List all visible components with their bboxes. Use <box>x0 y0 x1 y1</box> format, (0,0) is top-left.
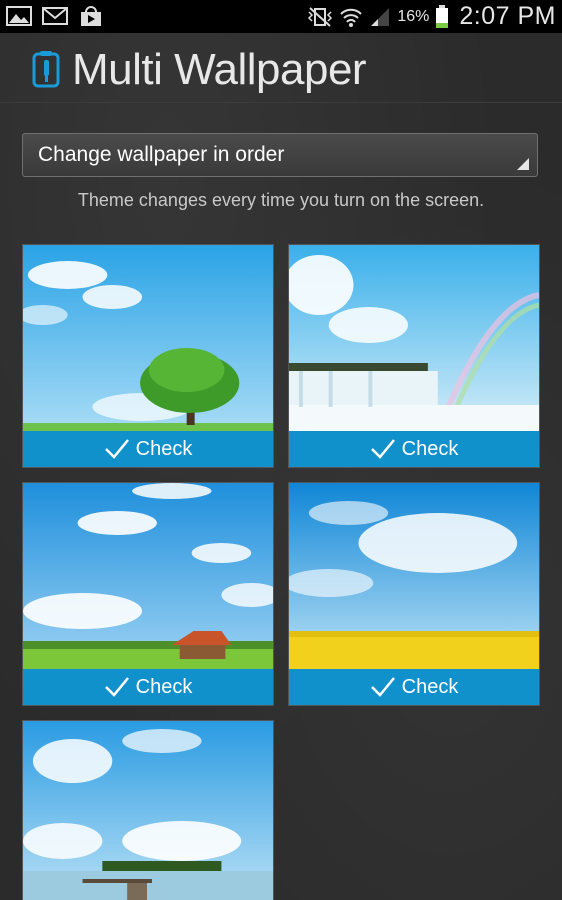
check-button[interactable]: Check <box>289 669 539 705</box>
play-store-icon <box>81 6 101 26</box>
wallpaper-tile[interactable] <box>22 720 274 900</box>
page-title: Multi Wallpaper <box>72 45 367 94</box>
checkmark-icon <box>370 677 395 697</box>
clock: 2:07 PM <box>459 2 556 30</box>
wallpaper-tile[interactable]: Check <box>288 482 540 706</box>
wallpaper-thumbnail <box>23 245 273 433</box>
wallpaper-thumbnail <box>23 721 273 900</box>
wallpaper-thumbnail <box>23 483 273 671</box>
status-bar: 16% 2:07 PM <box>0 0 562 33</box>
app-header: Multi Wallpaper <box>0 33 562 103</box>
phone-brush-icon <box>32 51 60 88</box>
check-label: Check <box>135 675 193 698</box>
check-label: Check <box>401 437 459 460</box>
email-icon <box>42 7 68 25</box>
check-button[interactable]: Check <box>289 431 539 467</box>
check-label: Check <box>135 437 193 460</box>
dropdown-corner-icon <box>517 158 529 170</box>
checkmark-icon <box>370 439 395 459</box>
wallpaper-thumbnail <box>289 245 539 433</box>
check-button[interactable]: Check <box>23 669 273 705</box>
wallpaper-tile[interactable]: Check <box>22 244 274 468</box>
wallpaper-tile[interactable]: Check <box>288 244 540 468</box>
wallpaper-tile[interactable]: Check <box>22 482 274 706</box>
checkmark-icon <box>104 439 129 459</box>
gallery-icon <box>6 6 32 26</box>
signal-icon <box>371 7 390 26</box>
battery-percent: 16% <box>397 7 430 25</box>
checkmark-icon <box>104 677 129 697</box>
mode-dropdown[interactable]: Change wallpaper in order <box>22 133 538 177</box>
battery-icon <box>436 4 449 28</box>
check-button[interactable]: Check <box>23 431 273 467</box>
mode-description: Theme changes every time you turn on the… <box>77 190 485 210</box>
vibrate-mute-icon <box>308 6 333 27</box>
check-label: Check <box>401 675 459 698</box>
mode-dropdown-value: Change wallpaper in order <box>38 143 285 166</box>
wifi-icon <box>340 8 363 27</box>
wallpaper-thumbnail <box>289 483 539 671</box>
